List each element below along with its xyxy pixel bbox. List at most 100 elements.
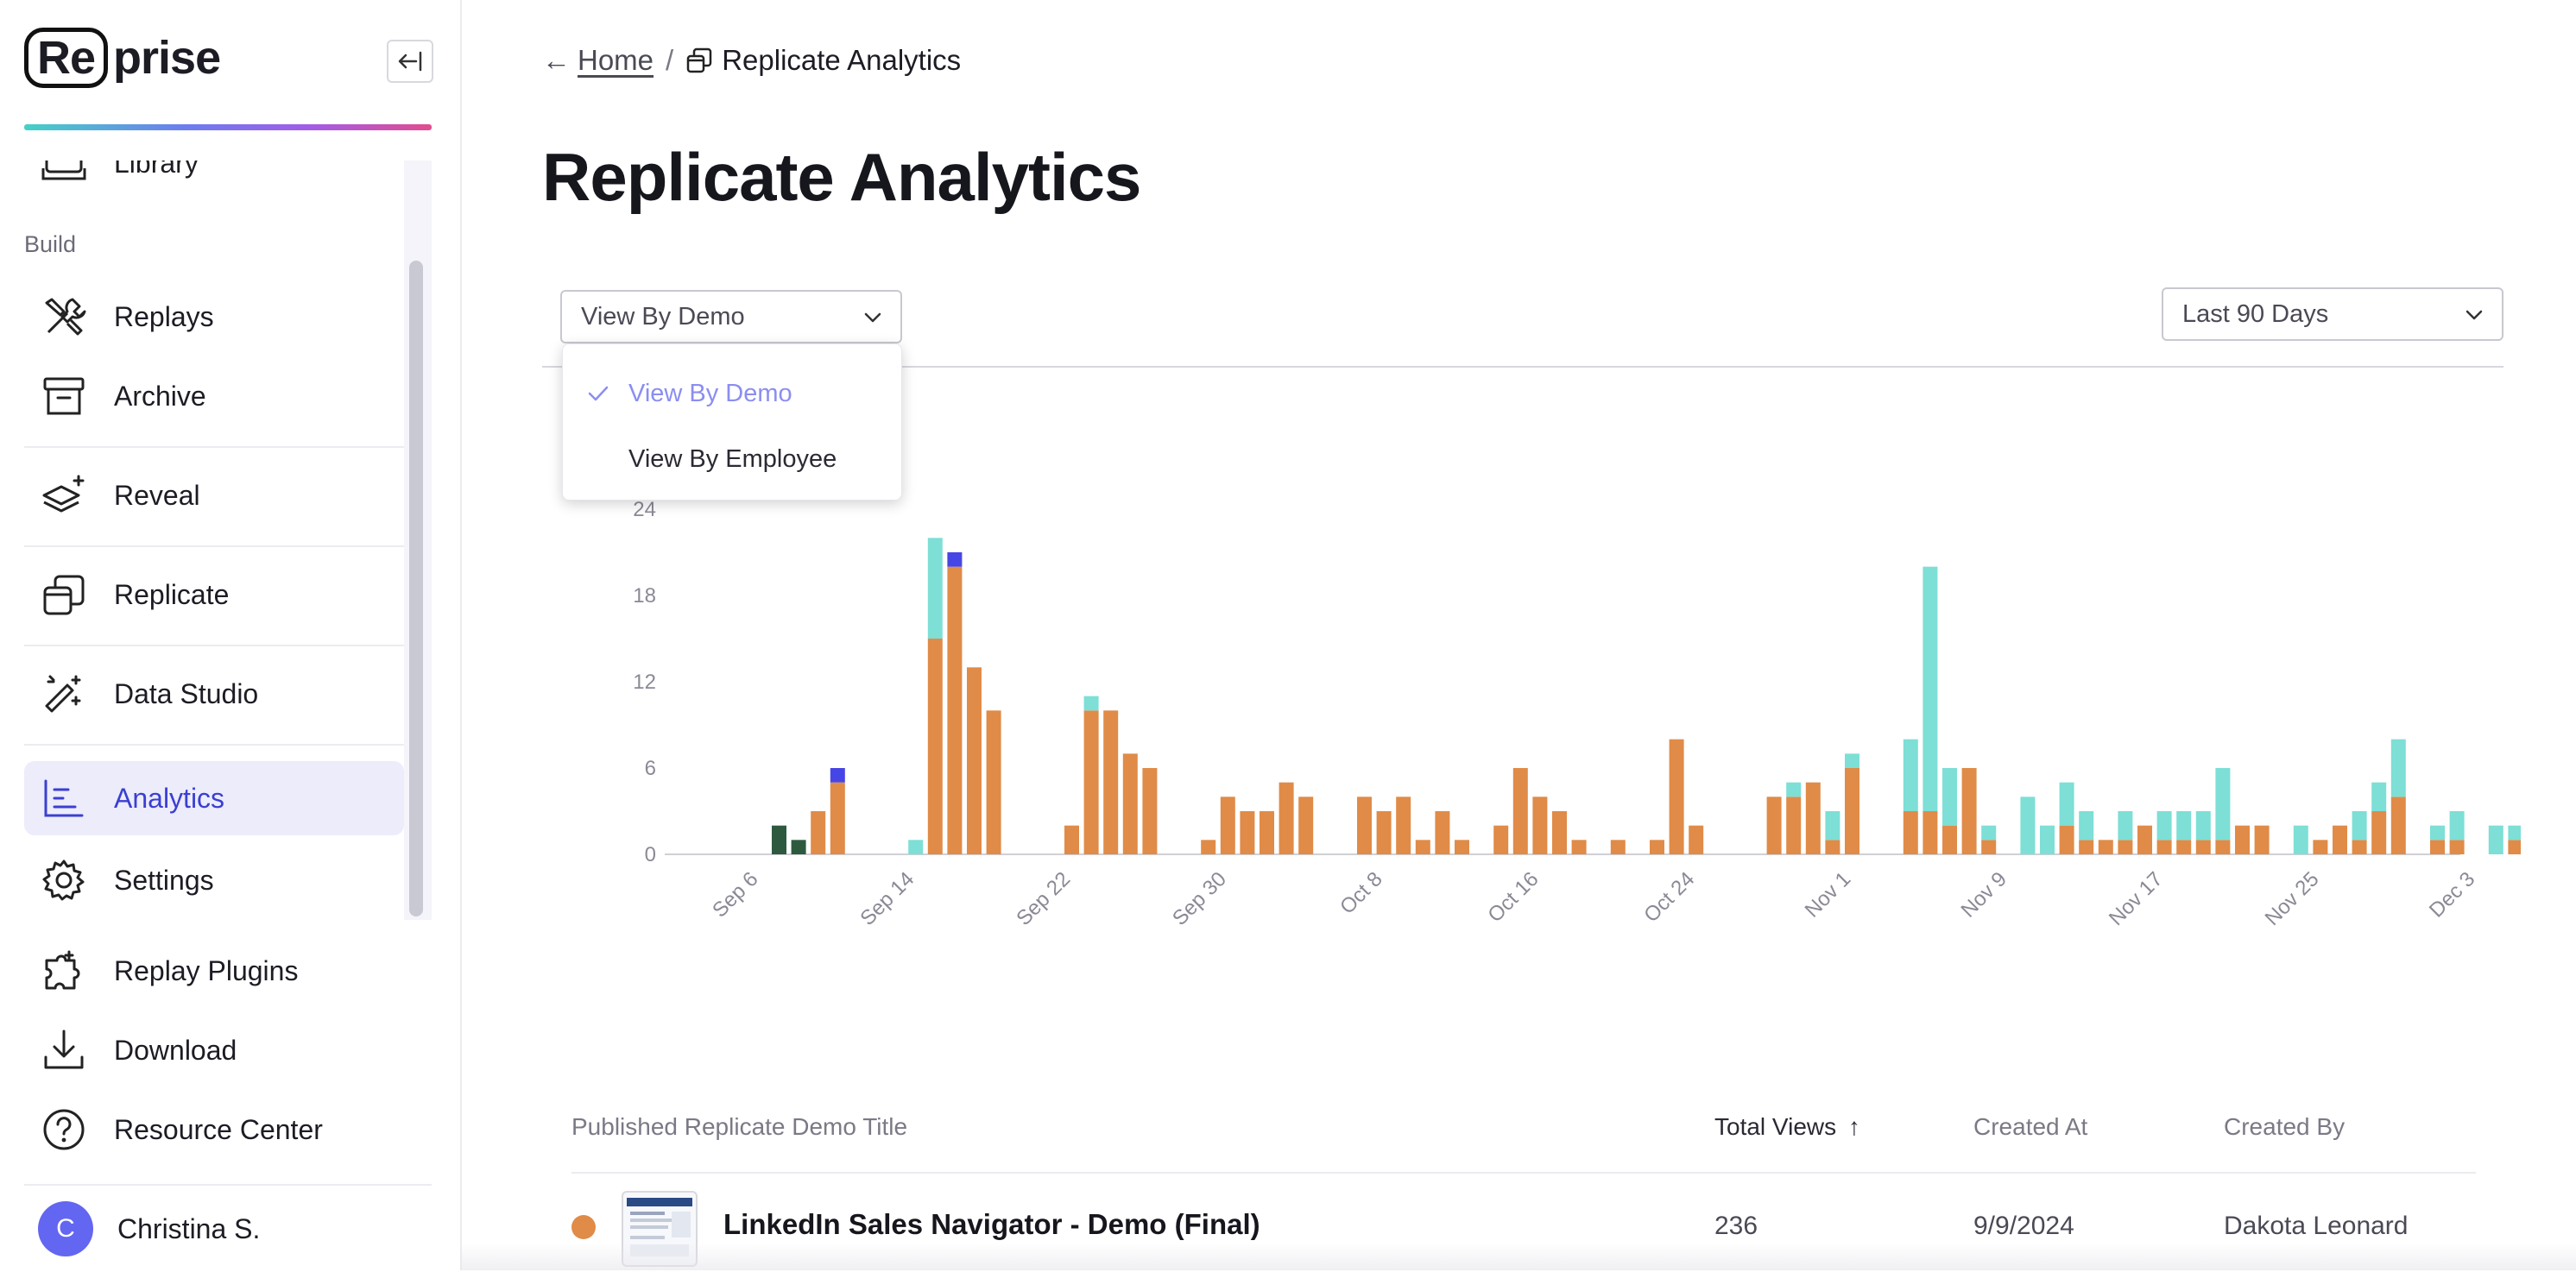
- collapse-sidebar-button[interactable]: [387, 40, 433, 83]
- sidebar-item-analytics[interactable]: Analytics: [24, 761, 404, 835]
- chart-bar-segment[interactable]: [2371, 782, 2387, 811]
- chart-bar-segment[interactable]: [1689, 825, 1704, 854]
- chart-bar-segment[interactable]: [1669, 739, 1684, 854]
- chart-bar-segment[interactable]: [1512, 768, 1528, 854]
- sidebar-nav[interactable]: Library Build Replays Archive Reveal Rep…: [24, 161, 432, 920]
- chart-bar-segment[interactable]: [2449, 840, 2465, 854]
- chart-bar-segment[interactable]: [1064, 825, 1079, 854]
- chart-bar-segment[interactable]: [1961, 768, 1977, 854]
- chart-bar-segment[interactable]: [1240, 811, 1255, 854]
- chart-bar-segment[interactable]: [1786, 797, 1802, 854]
- chart-bar-segment[interactable]: [1357, 797, 1372, 854]
- chart-bar-segment[interactable]: [986, 710, 1001, 854]
- chart-bar-segment[interactable]: [1845, 768, 1859, 854]
- chart-bar-segment[interactable]: [1981, 840, 1997, 854]
- dropdown-option-view-by-demo[interactable]: View By Demo: [563, 365, 901, 422]
- chart-bar-segment[interactable]: [2508, 825, 2521, 841]
- chart-bar-segment[interactable]: [2195, 811, 2211, 841]
- view-by-select[interactable]: View By Demo: [560, 290, 902, 343]
- chart-bar-segment[interactable]: [2098, 840, 2113, 854]
- chart-bar-segment[interactable]: [1825, 840, 1840, 854]
- chart-bar-segment[interactable]: [1923, 566, 1938, 811]
- chart-bar-segment[interactable]: [1981, 825, 1997, 841]
- chart-bar-segment[interactable]: [2156, 811, 2172, 841]
- dropdown-option-view-by-employee[interactable]: View By Employee: [563, 431, 901, 488]
- chart-bar-segment[interactable]: [2215, 768, 2231, 841]
- sidebar-item-download[interactable]: Download: [24, 1013, 404, 1087]
- column-header-created-by[interactable]: Created By: [2224, 1113, 2345, 1141]
- chart-bar-segment[interactable]: [2215, 840, 2231, 854]
- user-profile-row[interactable]: C Christina S.: [24, 1184, 432, 1272]
- sidebar-item-data-studio[interactable]: Data Studio: [24, 657, 404, 731]
- chart-bar-segment[interactable]: [1376, 811, 1392, 854]
- chart-bar-segment[interactable]: [2390, 739, 2406, 797]
- chart-bar-segment[interactable]: [1571, 840, 1587, 854]
- chart-bar-segment[interactable]: [830, 768, 845, 783]
- chart-bar-segment[interactable]: [2235, 825, 2250, 854]
- chart-bar-segment[interactable]: [1083, 710, 1099, 854]
- chart-bar-segment[interactable]: [2352, 840, 2367, 854]
- chart-bar-segment[interactable]: [2040, 825, 2055, 854]
- chart-bar-segment[interactable]: [2508, 840, 2521, 854]
- chart-bar-segment[interactable]: [2195, 840, 2211, 854]
- chart-bar-segment[interactable]: [1260, 811, 1274, 854]
- chart-bar-segment[interactable]: [1805, 782, 1821, 854]
- chart-bar-segment[interactable]: [1103, 710, 1119, 854]
- chart-bar-segment[interactable]: [1903, 739, 1918, 811]
- chart-bar-segment[interactable]: [2352, 811, 2367, 841]
- chart-bar-segment[interactable]: [1532, 797, 1548, 854]
- chart-bar-segment[interactable]: [2313, 840, 2328, 854]
- column-header-created-at[interactable]: Created At: [1973, 1113, 2087, 1141]
- avatar[interactable]: C: [38, 1201, 93, 1256]
- chart-bar-segment[interactable]: [1298, 797, 1314, 854]
- chart-bar-segment[interactable]: [1845, 753, 1859, 768]
- chart-bar-segment[interactable]: [908, 840, 924, 854]
- chart-bar-segment[interactable]: [2293, 825, 2308, 854]
- chart-bar-segment[interactable]: [947, 566, 963, 854]
- chart-bar-segment[interactable]: [1786, 782, 1802, 797]
- chart-bar-segment[interactable]: [2059, 825, 2074, 854]
- chart-bar-segment[interactable]: [811, 811, 826, 854]
- back-arrow-icon[interactable]: ←: [542, 44, 571, 77]
- chart-bar-segment[interactable]: [1083, 696, 1099, 711]
- chart-bar-segment[interactable]: [1455, 840, 1469, 854]
- chart-bar-segment[interactable]: [2390, 797, 2406, 854]
- chart-bar-segment[interactable]: [1903, 811, 1918, 854]
- chart-bar-segment[interactable]: [1435, 811, 1450, 854]
- chart-bar-segment[interactable]: [2079, 840, 2094, 854]
- chart-bar-segment[interactable]: [1493, 825, 1509, 854]
- column-header-title[interactable]: Published Replicate Demo Title: [571, 1113, 907, 1141]
- chart-bar-segment[interactable]: [1220, 797, 1235, 854]
- sidebar-item-reveal[interactable]: Reveal: [24, 458, 404, 532]
- chart-bar-segment[interactable]: [1650, 840, 1664, 854]
- chart-bar-segment[interactable]: [1766, 797, 1782, 854]
- chart-bar-segment[interactable]: [2254, 825, 2270, 854]
- chart-bar-segment[interactable]: [1923, 811, 1938, 854]
- chart-bar-segment[interactable]: [1122, 753, 1138, 854]
- chart-bar-segment[interactable]: [1552, 811, 1567, 854]
- chart-bar-segment[interactable]: [967, 667, 982, 854]
- breadcrumb-home-link[interactable]: Home: [578, 44, 653, 77]
- chart-bar-segment[interactable]: [2118, 840, 2133, 854]
- chart-bar-segment[interactable]: [2176, 811, 2192, 841]
- sidebar-item-resource-center[interactable]: Resource Center: [24, 1093, 404, 1167]
- chart-bar-segment[interactable]: [830, 782, 845, 854]
- reprise-logo[interactable]: Re prise: [24, 28, 221, 88]
- date-range-select[interactable]: Last 90 Days: [2162, 287, 2503, 341]
- chart-bar-segment[interactable]: [1942, 768, 1957, 826]
- chart-bar-segment[interactable]: [2137, 825, 2152, 854]
- chart-bar-segment[interactable]: [2118, 811, 2133, 841]
- chart-bar-segment[interactable]: [1279, 782, 1294, 854]
- chart-bar-segment[interactable]: [1396, 797, 1411, 854]
- sidebar-item-replay-plugins[interactable]: Replay Plugins: [24, 934, 404, 1008]
- demo-title-link[interactable]: LinkedIn Sales Navigator - Demo (Final): [723, 1208, 1260, 1241]
- chart-bar-segment[interactable]: [1142, 768, 1158, 854]
- sidebar-item-archive[interactable]: Archive: [24, 359, 404, 433]
- sidebar-item-library[interactable]: Library: [24, 161, 404, 200]
- chart-bar-segment[interactable]: [2020, 797, 2036, 854]
- chart-bar-segment[interactable]: [2333, 825, 2347, 854]
- chart-bar-segment[interactable]: [2176, 840, 2192, 854]
- chart-bar-segment[interactable]: [927, 639, 943, 854]
- sidebar-item-replicate[interactable]: Replicate: [24, 557, 404, 632]
- chart-bar-segment[interactable]: [1201, 840, 1216, 854]
